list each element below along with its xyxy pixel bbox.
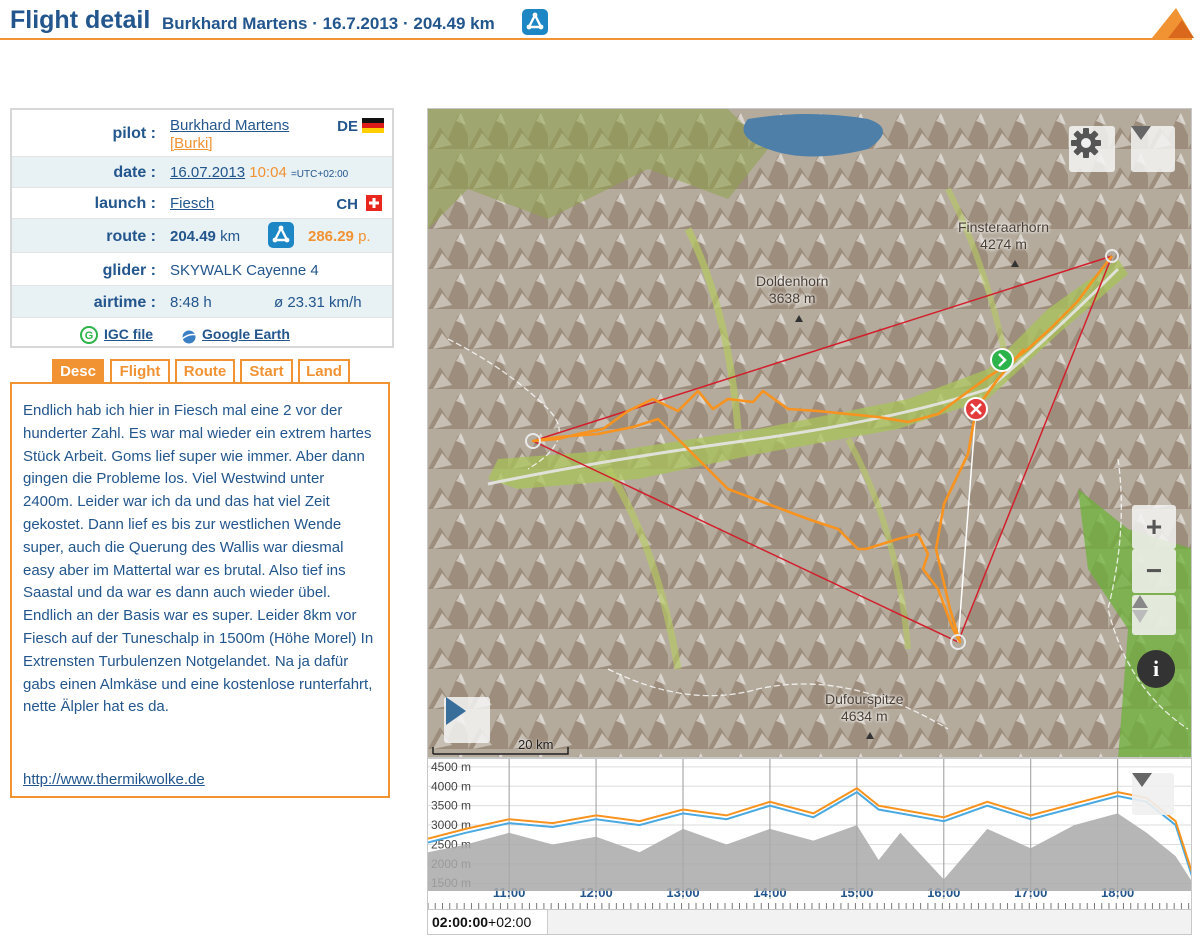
play-icon <box>446 697 466 725</box>
pilot-nick-link[interactable]: [Burki] <box>170 135 213 152</box>
airtime-label: airtime : <box>93 294 156 311</box>
chevron-down-icon <box>1132 773 1152 787</box>
chevron-down-icon <box>1131 126 1151 140</box>
page-header: Flight detail Burkhard Martens · 16.7.20… <box>0 0 1200 42</box>
tab-desc[interactable]: Desc <box>52 359 104 383</box>
peak-doldenhorn: Doldenhorn 3638 m <box>756 273 828 307</box>
y-tick-label: 3500 m <box>431 799 471 813</box>
pilot-row: pilot : Burkhard Martens [Burki] DE <box>12 110 392 157</box>
flight-info-panel: pilot : Burkhard Martens [Burki] DE date… <box>10 108 394 348</box>
peak-name: Finsteraarhorn <box>958 219 1050 235</box>
peak-finsteraarhorn: Finsteraarhorn 4274 m <box>958 219 1049 253</box>
header-divider <box>0 38 1192 40</box>
header-pilot: Burkhard Martens <box>162 14 308 33</box>
clock-value: 02:00:00 <box>432 914 489 930</box>
launch-label: launch : <box>94 195 156 212</box>
avg-speed: ø 23.31 km/h <box>274 294 362 311</box>
peak-name: Doldenhorn <box>756 273 829 289</box>
flight-description: Endlich hab ich hier in Fiesch mal eine … <box>10 382 390 798</box>
peak-elevation: 4634 m <box>840 708 888 724</box>
date-label: date : <box>113 164 156 181</box>
pilot-country: DE <box>337 118 358 135</box>
page-title: Flight detail <box>10 6 151 34</box>
route-points-unit: p. <box>358 228 371 245</box>
airtime-value: 8:48 h <box>170 294 212 311</box>
tab-flight[interactable]: Flight <box>110 359 170 383</box>
description-text: Endlich hab ich hier in Fiesch mal eine … <box>23 402 374 716</box>
route-points: 286.29 p. <box>308 228 371 245</box>
route-distance: 204.49 <box>170 228 216 245</box>
current-time: 02:00:00+02:00 <box>428 910 548 934</box>
date-row: date : 16.07.2013 10:04 =UTC+02:00 <box>12 157 392 188</box>
site-logo-icon[interactable] <box>1150 6 1194 38</box>
launch-row: launch : Fiesch CH <box>12 188 392 219</box>
north-arrow-button[interactable] <box>1132 595 1176 635</box>
flight-map[interactable]: Finsteraarhorn 4274 m Doldenhorn 3638 m … <box>427 108 1192 758</box>
peak-elevation: 3638 m <box>768 290 816 306</box>
flight-summary: Burkhard Martens · 16.7.2013 · 204.49 km <box>162 14 495 34</box>
y-tick-label: 4000 m <box>431 779 471 793</box>
peak-dufourspitze: Dufourspitze 4634 m <box>825 691 904 725</box>
glider-value: SKYWALK Cayenne 4 <box>170 262 319 279</box>
landing-marker-icon[interactable] <box>964 397 988 421</box>
header-distance: 204.49 km <box>413 14 495 33</box>
header-sep: · <box>403 14 409 33</box>
route-type-icon[interactable] <box>268 222 294 248</box>
play-button[interactable] <box>444 697 490 743</box>
german-flag-icon <box>362 118 384 133</box>
info-icon[interactable]: i <box>1137 650 1175 688</box>
chart-collapse-button[interactable] <box>1132 773 1174 815</box>
website-link[interactable]: http://www.thermikwolke.de <box>23 769 205 792</box>
date-link[interactable]: 16.07.2013 <box>170 164 245 181</box>
airtime-row: airtime : 8:48 h ø 23.31 km/h <box>12 286 392 318</box>
svg-text:G: G <box>85 330 94 342</box>
launch-time: 10:04 <box>249 164 287 181</box>
swiss-flag-icon <box>366 195 382 211</box>
map-settings-button[interactable] <box>1069 126 1115 172</box>
scale-label: 20 km <box>518 737 554 752</box>
route-label: route : <box>106 228 156 245</box>
date-value: 16.07.2013 10:04 =UTC+02:00 <box>170 164 348 181</box>
glider-label: glider : <box>102 262 156 279</box>
header-date: 16.7.2013 <box>322 14 399 33</box>
altitude-chart[interactable]: 1500 m2000 m2500 m3000 m3500 m4000 m4500… <box>427 758 1192 910</box>
igc-icon: G <box>80 326 98 344</box>
peak-elevation: 4274 m <box>980 236 1027 252</box>
terrain-map[interactable] <box>428 109 1192 758</box>
time-bar[interactable]: 02:00:00+02:00 <box>427 910 1192 935</box>
route-points-value: 286.29 <box>308 228 354 245</box>
header-sep: · <box>312 14 318 33</box>
zoom-out-button[interactable]: − <box>1132 549 1176 593</box>
pilot-name-link[interactable]: Burkhard Martens <box>170 117 289 134</box>
north-arrow-icon <box>1132 595 1148 623</box>
igc-file-link[interactable]: IGC file <box>104 326 153 342</box>
route-value: 204.49 km <box>170 228 240 245</box>
clock-tz: +02:00 <box>488 914 532 930</box>
google-earth-icon <box>180 328 198 344</box>
y-tick-label: 4500 m <box>431 760 471 774</box>
google-earth-link[interactable]: Google Earth <box>202 326 290 342</box>
pilot-label: pilot : <box>112 125 156 142</box>
route-type-icon[interactable] <box>522 9 548 35</box>
launch-country: CH <box>336 196 358 213</box>
tab-route[interactable]: Route <box>175 359 235 383</box>
route-unit: km <box>220 228 241 245</box>
peak-name: Dufourspitze <box>825 691 904 707</box>
tab-land[interactable]: Land <box>298 359 350 383</box>
tab-start[interactable]: Start <box>240 359 293 383</box>
zoom-in-button[interactable]: + <box>1132 505 1176 549</box>
start-marker-icon[interactable] <box>990 348 1014 372</box>
timezone: =UTC+02:00 <box>290 169 349 180</box>
launch-link[interactable]: Fiesch <box>170 195 214 212</box>
altitude-chart-svg[interactable]: 1500 m2000 m2500 m3000 m3500 m4000 m4500… <box>428 759 1192 910</box>
route-row: route : 204.49 km 286.29 p. <box>12 219 392 253</box>
glider-row: glider : SKYWALK Cayenne 4 <box>12 253 392 286</box>
gear-icon <box>1071 128 1101 158</box>
map-menu-button[interactable] <box>1131 126 1175 172</box>
